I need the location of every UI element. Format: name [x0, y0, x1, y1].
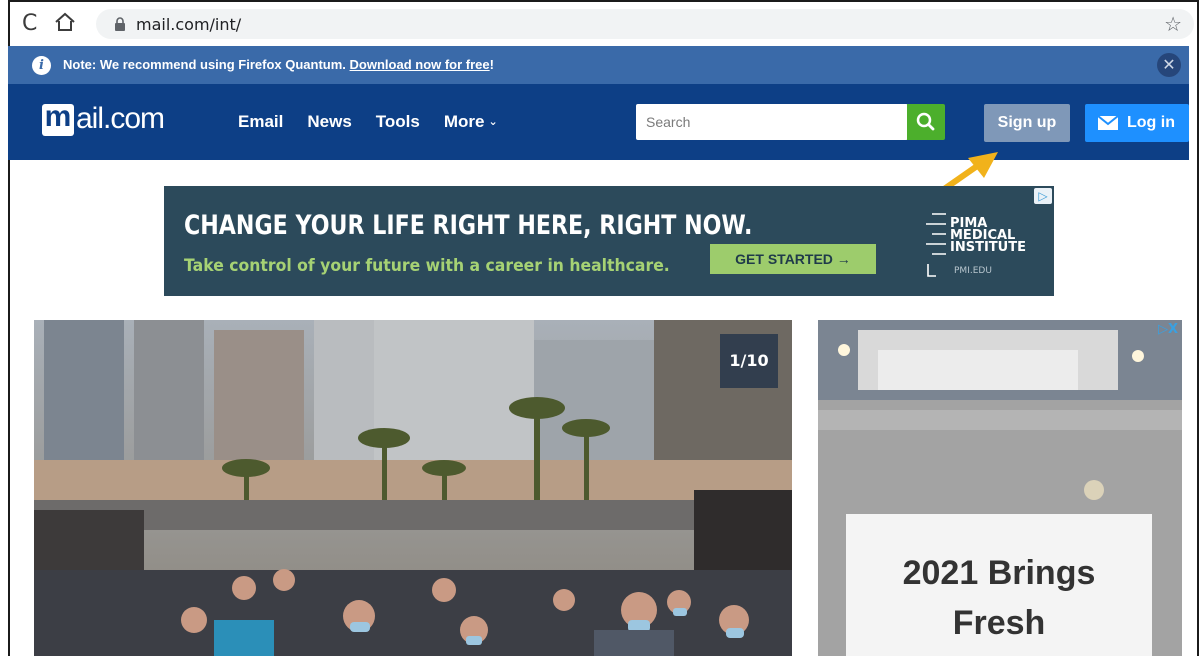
- logo-text: ail.com: [76, 102, 165, 135]
- nav-email[interactable]: Email: [238, 112, 283, 132]
- search-input[interactable]: [636, 104, 906, 140]
- notice-suffix: !: [489, 57, 494, 72]
- pima-logo: PIMA MEDICAL INSTITUTE PMI.EDU: [924, 206, 1046, 286]
- log-in-button[interactable]: Log in: [1085, 104, 1189, 142]
- url-text: mail.com/int/: [136, 15, 242, 34]
- search-box: [636, 104, 908, 140]
- pima-url: PMI.EDU: [954, 266, 992, 276]
- star-icon[interactable]: ☆: [1164, 12, 1182, 36]
- gallery-counter: 1/10: [720, 334, 778, 388]
- lock-icon: [115, 17, 125, 31]
- get-started-button[interactable]: GET STARTED →: [710, 244, 876, 274]
- download-link[interactable]: Download now for free: [350, 57, 490, 72]
- nav-news[interactable]: News: [307, 112, 351, 132]
- news-photo[interactable]: 1/10: [34, 320, 792, 656]
- logo-mark: m: [42, 102, 74, 136]
- ad-banner[interactable]: CHANGE YOUR LIFE RIGHT HERE, RIGHT NOW. …: [164, 186, 1054, 296]
- log-in-label: Log in: [1127, 114, 1175, 131]
- nav-more[interactable]: More ⌄: [444, 112, 498, 132]
- notice-text: Note: We recommend using Firefox Quantum…: [63, 57, 346, 72]
- pima-line-3: INSTITUTE: [950, 240, 1026, 255]
- notice-message: Note: We recommend using Firefox Quantum…: [63, 57, 494, 72]
- address-bar[interactable]: mail.com/int/ ☆: [96, 9, 1194, 39]
- adchoices-close-icon[interactable]: ▷X: [1158, 322, 1178, 337]
- browser-notice-bar: i Note: We recommend using Firefox Quant…: [8, 46, 1189, 84]
- side-ad[interactable]: ▷X 2021 Brings Fresh: [818, 320, 1182, 656]
- crowd-photo-image: [34, 320, 792, 656]
- reload-icon[interactable]: C: [22, 11, 37, 36]
- site-header: m ail.com Email News Tools More⌄ Sign up…: [8, 84, 1189, 160]
- side-ad-card: 2021 Brings Fresh: [846, 514, 1152, 656]
- nav-tools[interactable]: Tools: [376, 112, 420, 132]
- envelope-icon: [1098, 116, 1118, 130]
- browser-toolbar: C mail.com/int/ ☆: [10, 2, 1197, 46]
- mailcom-logo[interactable]: m ail.com: [42, 102, 202, 144]
- search-button[interactable]: [907, 104, 945, 140]
- close-icon[interactable]: ✕: [1157, 53, 1181, 77]
- home-icon[interactable]: [54, 11, 76, 33]
- nav-more-label: More: [443, 112, 485, 131]
- info-icon: i: [32, 56, 51, 75]
- main-nav: Email News Tools More ⌄: [238, 112, 498, 132]
- adchoices-icon[interactable]: ▷: [1034, 188, 1052, 204]
- chevron-down-icon: ⌄: [488, 116, 498, 128]
- sign-up-button[interactable]: Sign up: [984, 104, 1070, 142]
- ad-headline: CHANGE YOUR LIFE RIGHT HERE, RIGHT NOW.: [184, 210, 753, 241]
- side-ad-line-2: Fresh: [952, 604, 1046, 642]
- pima-name: PIMA MEDICAL INSTITUTE: [950, 217, 1026, 255]
- side-ad-line-1: 2021 Brings: [902, 554, 1096, 592]
- ad-subline: Take control of your future with a caree…: [184, 256, 670, 276]
- search-icon: [916, 112, 935, 131]
